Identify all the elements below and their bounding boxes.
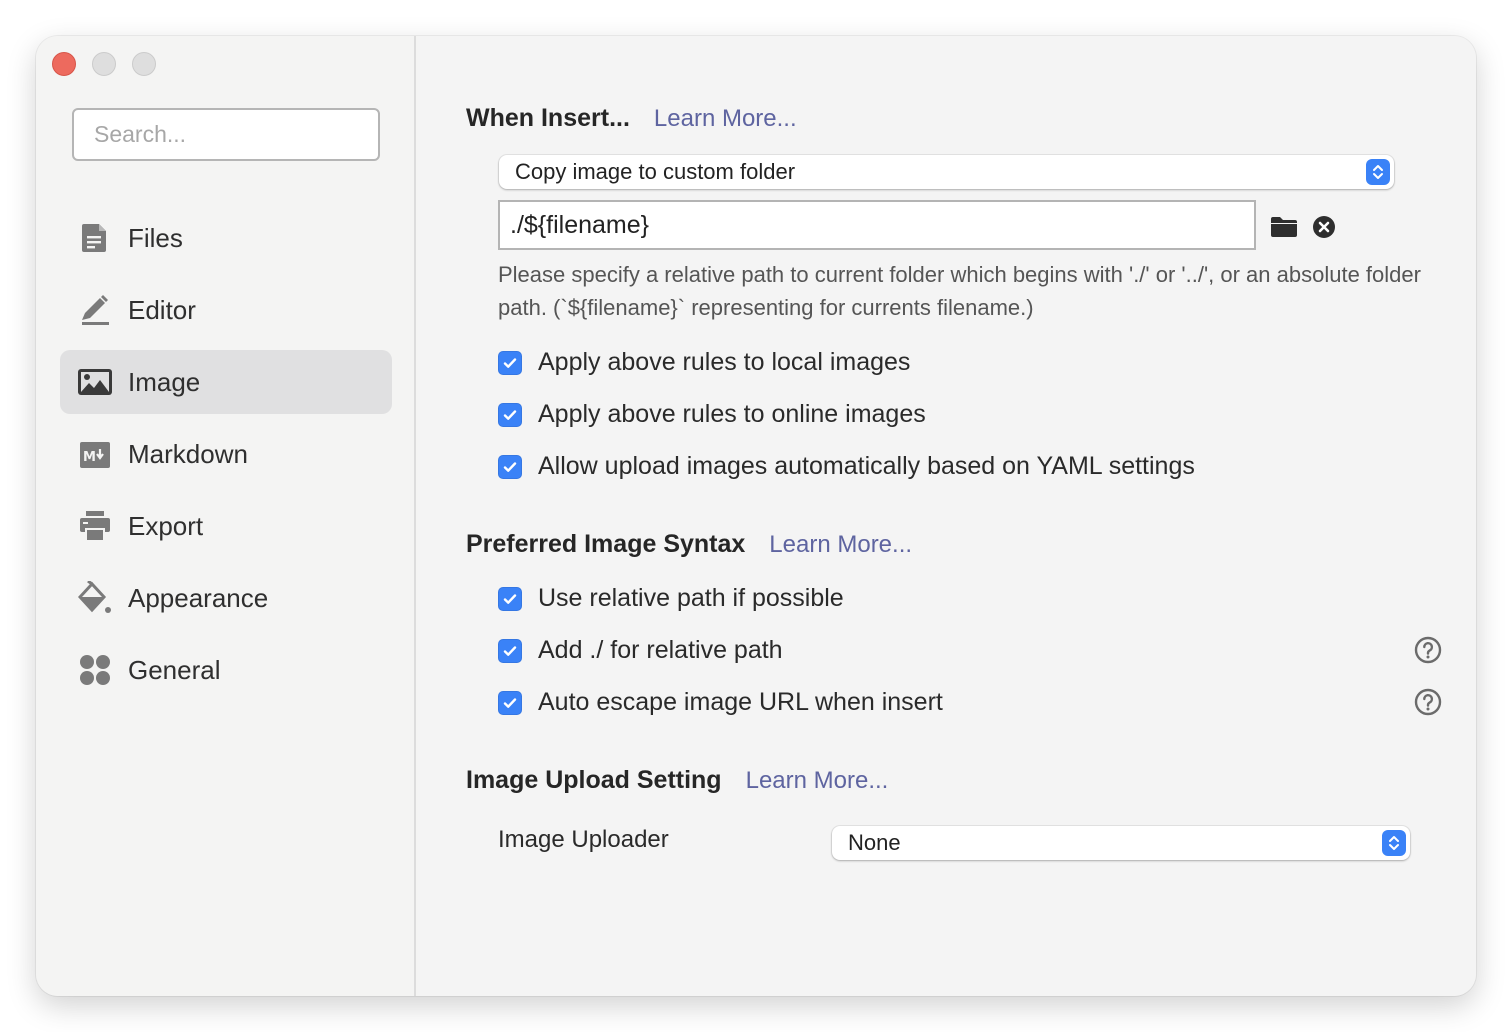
help-icon[interactable] <box>1414 688 1442 716</box>
section-title: Image Upload Setting <box>466 766 722 794</box>
sidebar-item-export[interactable]: Export <box>60 494 392 558</box>
learn-more-link[interactable]: Learn More... <box>746 767 889 795</box>
syntax-header: Preferred Image Syntax Learn More... <box>466 530 912 559</box>
uploader-label: Image Uploader <box>498 826 669 853</box>
checkmark-icon[interactable] <box>498 350 522 375</box>
image-uploader-select[interactable]: None <box>832 826 1410 860</box>
checkmark-icon[interactable] <box>498 454 522 479</box>
select-value: None <box>848 830 901 855</box>
minimize-button[interactable] <box>92 52 116 76</box>
printer-icon <box>78 509 112 543</box>
preferences-window: Files Editor Image M Markdown <box>36 36 1476 996</box>
close-button[interactable] <box>52 52 76 76</box>
sidebar-item-appearance[interactable]: Appearance <box>60 566 392 630</box>
checkbox-auto-upload[interactable]: Allow upload images automatically based … <box>498 452 1195 481</box>
zoom-button[interactable] <box>132 52 156 76</box>
sidebar-item-editor[interactable]: Editor <box>60 278 392 342</box>
checkmark-icon[interactable] <box>498 402 522 427</box>
checkbox-online-images[interactable]: Apply above rules to online images <box>498 400 926 429</box>
checkbox-label: Add ./ for relative path <box>538 636 783 664</box>
select-value: Copy image to custom folder <box>515 159 796 184</box>
pencil-icon <box>78 293 112 327</box>
checkbox-local-images[interactable]: Apply above rules to local images <box>498 348 910 377</box>
learn-more-link[interactable]: Learn More... <box>769 531 912 559</box>
settings-content: When Insert... Learn More... Copy image … <box>418 36 1476 996</box>
sidebar-item-files[interactable]: Files <box>60 206 392 270</box>
chevron-up-down-icon <box>1366 159 1390 185</box>
file-icon <box>78 221 112 255</box>
svg-text:M: M <box>83 450 96 465</box>
checkbox-label: Use relative path if possible <box>538 584 844 612</box>
sidebar-item-general[interactable]: General <box>60 638 392 702</box>
grid-dots-icon <box>78 653 112 687</box>
checkbox-relative-path[interactable]: Use relative path if possible <box>498 584 844 613</box>
checkmark-icon[interactable] <box>498 586 522 611</box>
image-icon <box>78 365 112 399</box>
help-icon[interactable] <box>1414 636 1442 664</box>
sidebar-item-label: Image <box>128 366 201 397</box>
checkbox-label: Apply above rules to online images <box>538 400 926 428</box>
checkbox-auto-escape[interactable]: Auto escape image URL when insert <box>498 688 943 717</box>
chevron-up-down-icon <box>1382 830 1406 856</box>
sidebar: Files Editor Image M Markdown <box>36 36 416 996</box>
checkbox-add-dot-slash[interactable]: Add ./ for relative path <box>498 636 783 665</box>
section-title: When Insert... <box>466 104 630 132</box>
sidebar-item-label: Markdown <box>128 438 248 469</box>
folder-icon[interactable] <box>1269 212 1299 242</box>
checkbox-label: Allow upload images automatically based … <box>538 452 1195 480</box>
search-input[interactable] <box>72 108 380 161</box>
path-hint-text: Please specify a relative path to curren… <box>498 262 1421 320</box>
sidebar-item-label: Editor <box>128 294 196 325</box>
window-controls <box>52 52 156 76</box>
checkmark-icon[interactable] <box>498 638 522 663</box>
paint-bucket-icon <box>78 581 112 615</box>
checkmark-icon[interactable] <box>498 690 522 715</box>
sidebar-item-markdown[interactable]: M Markdown <box>60 422 392 486</box>
sidebar-nav: Files Editor Image M Markdown Export App… <box>60 206 392 710</box>
checkbox-label: Apply above rules to local images <box>538 348 911 376</box>
clear-icon[interactable] <box>1309 212 1339 242</box>
learn-more-link[interactable]: Learn More... <box>654 105 797 133</box>
insert-action-select[interactable]: Copy image to custom folder <box>499 155 1394 189</box>
sidebar-item-label: General <box>128 654 221 685</box>
section-title: Preferred Image Syntax <box>466 530 746 558</box>
markdown-icon: M <box>78 437 112 471</box>
upload-header: Image Upload Setting Learn More... <box>466 766 888 795</box>
sidebar-item-label: Files <box>128 222 183 253</box>
custom-folder-path-input[interactable] <box>498 200 1256 250</box>
sidebar-item-image[interactable]: Image <box>60 350 392 414</box>
sidebar-item-label: Export <box>128 510 204 541</box>
when-insert-header: When Insert... Learn More... <box>466 104 797 133</box>
checkbox-label: Auto escape image URL when insert <box>538 688 943 716</box>
sidebar-item-label: Appearance <box>128 582 269 613</box>
